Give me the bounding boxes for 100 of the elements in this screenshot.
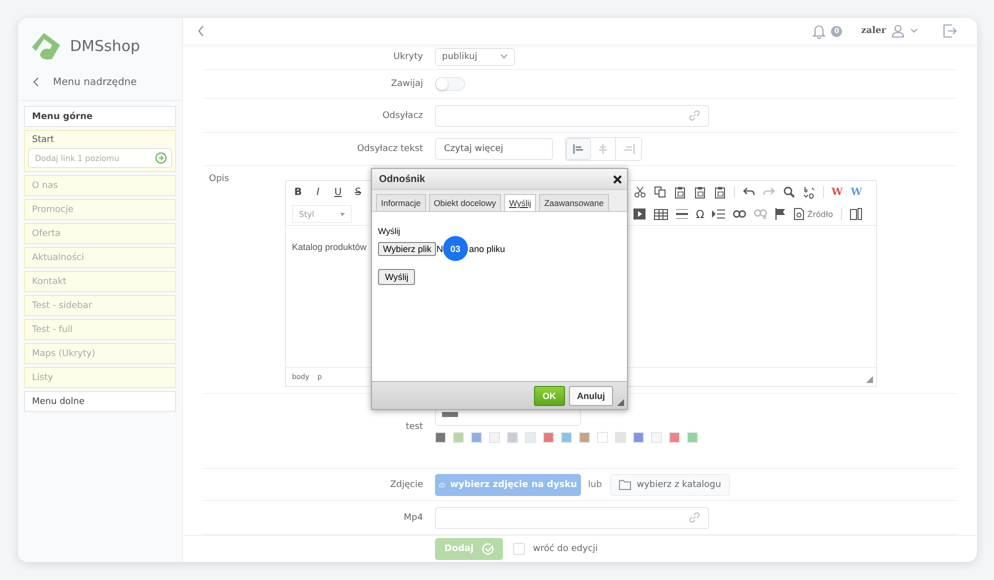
toggle-switch[interactable] bbox=[435, 77, 465, 91]
menu-item-label: Maps (Ukryty) bbox=[32, 348, 96, 358]
file-status-text: ano pliku bbox=[468, 244, 505, 254]
field-label: Mp4 bbox=[402, 512, 424, 522]
format-button[interactable]: S bbox=[352, 186, 364, 198]
menu-item-label: Kontakt bbox=[32, 276, 68, 286]
maximize-icon[interactable] bbox=[850, 208, 862, 220]
folder-icon bbox=[618, 480, 631, 490]
color-swatch[interactable] bbox=[453, 432, 464, 443]
flag-icon[interactable] bbox=[775, 208, 786, 220]
color-swatch[interactable] bbox=[471, 432, 482, 443]
special-character-button[interactable]: Ω bbox=[696, 208, 704, 220]
menu-item[interactable]: Start Dodaj link 1 poziomu bbox=[24, 130, 176, 172]
menu-item-label: Aktualności bbox=[32, 252, 85, 262]
table-icon[interactable] bbox=[654, 208, 668, 220]
field-label: Ukryty bbox=[392, 52, 424, 62]
color-swatch[interactable] bbox=[525, 432, 536, 443]
paste-icon[interactable] bbox=[714, 186, 726, 198]
menu-section[interactable]: Menu górne bbox=[24, 106, 176, 127]
field-label: test bbox=[404, 421, 424, 432]
cancel-button[interactable]: Anuluj bbox=[569, 386, 613, 406]
paste-from-word-button[interactable]: W bbox=[832, 186, 843, 198]
url-field[interactable] bbox=[435, 104, 709, 126]
undo-icon[interactable] bbox=[742, 187, 755, 197]
color-swatch[interactable] bbox=[579, 432, 590, 443]
color-swatch[interactable] bbox=[687, 432, 698, 443]
logout-icon[interactable] bbox=[943, 24, 957, 38]
color-swatch[interactable] bbox=[435, 432, 446, 443]
align-right-icon bbox=[622, 144, 634, 154]
add-link-field[interactable]: Dodaj link 1 poziomu bbox=[28, 148, 172, 168]
link-icon[interactable] bbox=[733, 210, 746, 218]
menu-item-label: Test - full bbox=[32, 324, 74, 334]
link-icon bbox=[689, 512, 700, 523]
dialog-tab[interactable]: Zaawansowane bbox=[539, 194, 609, 211]
color-swatch[interactable] bbox=[507, 432, 518, 443]
align-left-icon bbox=[573, 144, 584, 154]
logo-icon bbox=[30, 31, 62, 61]
copy-icon[interactable] bbox=[654, 186, 666, 198]
video-icon[interactable] bbox=[632, 208, 646, 220]
color-swatch[interactable] bbox=[615, 432, 626, 443]
checkbox[interactable] bbox=[513, 543, 525, 555]
parent-menu-link[interactable]: Menu nadrzędne bbox=[18, 64, 182, 101]
menu-item-label: O nas bbox=[32, 180, 59, 190]
choose-file-button[interactable]: Wybierz plik bbox=[378, 242, 436, 256]
search-icon[interactable] bbox=[782, 186, 795, 198]
user-name[interactable]: zaler bbox=[861, 26, 886, 36]
scissors-icon[interactable] bbox=[634, 186, 646, 198]
step-badge: 03 bbox=[442, 236, 468, 261]
source-button[interactable]: Źródło bbox=[794, 208, 833, 220]
chevron-down-icon bbox=[500, 54, 508, 59]
checkbox-label: wróć do edycji bbox=[533, 544, 598, 554]
document-icon bbox=[794, 208, 804, 220]
format-button[interactable]: B bbox=[292, 186, 304, 198]
editor-text: Katalog produktów bbox=[292, 242, 367, 252]
text-field[interactable]: Czytaj więcej bbox=[435, 138, 553, 160]
menu-item-label: Listy bbox=[32, 372, 54, 382]
resize-grip-icon[interactable] bbox=[866, 376, 873, 383]
bell-icon[interactable] bbox=[812, 24, 826, 38]
chevron-down-icon[interactable] bbox=[910, 28, 918, 34]
send-button[interactable]: Wyślij bbox=[378, 269, 416, 285]
dialog-tab[interactable]: Wyślij bbox=[504, 194, 536, 211]
file-status-text: N bbox=[436, 244, 443, 254]
color-swatch[interactable] bbox=[561, 432, 572, 443]
paste-icon[interactable] bbox=[694, 186, 706, 198]
visibility-select[interactable]: publikuj bbox=[435, 48, 515, 66]
menu-item-label: Oferta bbox=[32, 228, 62, 238]
horizontal-rule-icon[interactable] bbox=[676, 208, 688, 220]
paste-icon[interactable] bbox=[674, 186, 686, 198]
format-button[interactable]: U bbox=[332, 186, 344, 198]
url-field[interactable] bbox=[435, 506, 709, 528]
chevron-left-icon[interactable] bbox=[197, 25, 205, 37]
arrow-circle-icon[interactable] bbox=[155, 152, 167, 164]
user-icon[interactable] bbox=[891, 24, 905, 38]
chevron-left-icon bbox=[32, 77, 40, 87]
menu-item-label: Test - sidebar bbox=[32, 300, 94, 310]
field-label: Zawijaj bbox=[390, 79, 424, 89]
field-label: Opis bbox=[209, 173, 227, 186]
menu-item-label: Promocje bbox=[32, 204, 75, 214]
unlink-icon[interactable] bbox=[754, 209, 768, 219]
field-label: Odsyłacz tekst bbox=[356, 144, 424, 154]
color-swatch[interactable] bbox=[651, 432, 662, 443]
link-icon bbox=[689, 110, 700, 121]
caret-icon bbox=[340, 212, 345, 216]
close-icon[interactable] bbox=[613, 174, 622, 184]
color-swatch[interactable] bbox=[543, 432, 554, 443]
color-swatch[interactable] bbox=[669, 432, 680, 443]
color-swatch[interactable] bbox=[633, 432, 644, 443]
color-swatch[interactable] bbox=[489, 432, 500, 443]
menu-section[interactable]: Menu dolne bbox=[24, 391, 176, 412]
indent-icon[interactable] bbox=[712, 209, 726, 219]
dialog-tab[interactable]: Obiekt docelowy bbox=[428, 194, 502, 211]
color-swatch[interactable] bbox=[597, 432, 608, 443]
alignment-button[interactable] bbox=[566, 138, 591, 160]
format-button[interactable]: I bbox=[312, 186, 324, 198]
dialog-title: Odnośnik bbox=[379, 174, 426, 184]
dialog-tab[interactable]: Informacje bbox=[376, 194, 426, 211]
redo-icon[interactable] bbox=[762, 187, 775, 197]
resize-grip-icon[interactable] bbox=[617, 399, 624, 406]
catalog-button[interactable]: wybierz z katalogu bbox=[610, 474, 730, 496]
replace-icon[interactable] bbox=[802, 186, 815, 198]
